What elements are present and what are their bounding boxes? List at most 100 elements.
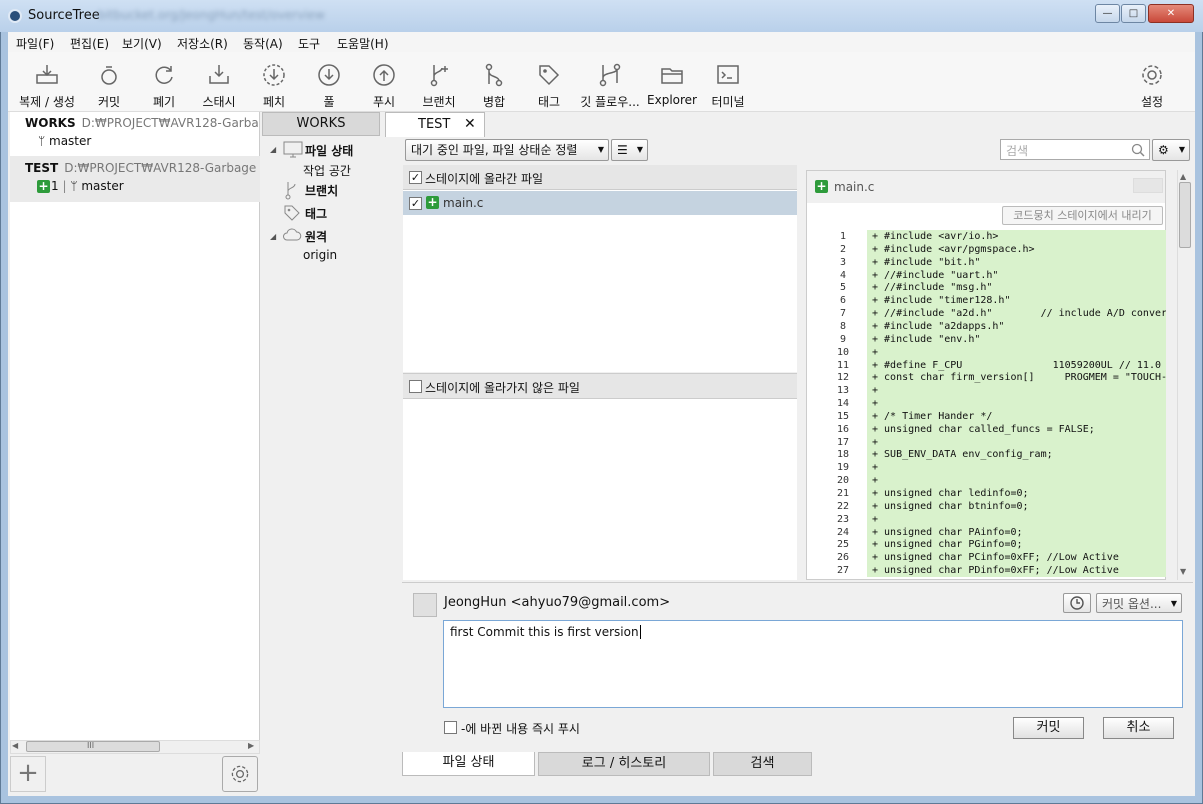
line-number: 10 bbox=[836, 346, 850, 358]
line-number: 17 bbox=[836, 436, 850, 448]
commit-message-input[interactable]: first Commit this is first version bbox=[443, 620, 1183, 708]
repo-path: D:₩PROJECT₩AVR128-Garbage D bbox=[81, 116, 259, 130]
sidebar-file-status[interactable]: 파일 상태 bbox=[305, 142, 353, 159]
cancel-button[interactable]: 취소 bbox=[1103, 717, 1174, 739]
line-number: 19 bbox=[836, 462, 850, 474]
unstage-all-checkbox[interactable] bbox=[409, 380, 422, 393]
push-immediately-checkbox[interactable] bbox=[444, 721, 457, 734]
branch-button[interactable]: 브랜치 bbox=[409, 60, 469, 110]
diff-scroll-thumb[interactable] bbox=[1179, 182, 1191, 248]
diff-line: 22 + unsigned char btninfo=0; bbox=[808, 499, 1166, 513]
file-checkbox[interactable]: ✓ bbox=[409, 197, 422, 210]
tab-search[interactable]: 검색 bbox=[713, 752, 812, 776]
repo-name: TEST bbox=[25, 161, 59, 175]
repository-settings-button[interactable] bbox=[222, 756, 258, 792]
diff-line: 17 + bbox=[808, 435, 1166, 449]
code-text: + //#include "a2d.h" // include A/D conv… bbox=[867, 307, 1166, 321]
line-number: 13 bbox=[836, 385, 850, 397]
repo-works[interactable]: WORKS D:₩PROJECT₩AVR128-Garbage D bbox=[25, 116, 259, 130]
push-button[interactable]: 푸시 bbox=[354, 60, 414, 110]
fetch-button[interactable]: 페치 bbox=[244, 60, 304, 110]
menu-tools[interactable]: 도구 bbox=[298, 35, 320, 52]
tab-log-history[interactable]: 로그 / 히스토리 bbox=[538, 752, 710, 776]
toolbar-label: 커밋 bbox=[97, 95, 121, 109]
tag-button[interactable]: 태그 bbox=[519, 60, 579, 110]
commit-history-button[interactable] bbox=[1063, 593, 1091, 613]
tab-close-icon[interactable]: ✕ bbox=[464, 116, 476, 132]
repository-panel bbox=[10, 112, 260, 740]
merge-icon bbox=[485, 63, 503, 87]
search-input[interactable]: 검색 bbox=[1000, 139, 1150, 160]
tab-works[interactable]: WORKS bbox=[262, 112, 380, 136]
add-repository-button[interactable]: + bbox=[10, 756, 46, 792]
discard-button[interactable]: 폐기 bbox=[134, 60, 194, 110]
line-number: 3 bbox=[839, 256, 847, 268]
options-dropdown[interactable]: ⚙ ▼ bbox=[1152, 139, 1190, 161]
repo-test[interactable]: TEST D:₩PROJECT₩AVR128-Garbage Dispo bbox=[25, 161, 259, 175]
diff-line: 16 + unsigned char called_funcs = FALSE; bbox=[808, 422, 1166, 436]
scroll-up-icon[interactable]: ▲ bbox=[1180, 172, 1186, 181]
commit-button[interactable]: 커밋 bbox=[1013, 717, 1084, 739]
explorer-icon bbox=[661, 68, 683, 84]
menu-view[interactable]: 보기(V) bbox=[122, 35, 162, 52]
terminal-button[interactable]: 터미널 bbox=[698, 60, 758, 110]
commit-icon bbox=[101, 66, 117, 85]
git-flow-button[interactable]: 깃 플로우... bbox=[577, 60, 643, 110]
toolbar-label: 폐기 bbox=[152, 95, 176, 109]
scroll-down-icon[interactable]: ▼ bbox=[1180, 567, 1186, 576]
code-text: + #include "env.h" bbox=[867, 332, 1166, 346]
commit-options-dropdown[interactable]: 커밋 옵션... ▼ bbox=[1096, 593, 1182, 613]
explorer-button[interactable]: Explorer bbox=[643, 60, 701, 110]
menu-help[interactable]: 도움말(H) bbox=[337, 35, 389, 52]
view-mode-dropdown[interactable]: ☰ ▼ bbox=[611, 139, 648, 161]
unstaged-header-label: 스테이지에 올라가지 않은 파일 bbox=[425, 381, 580, 395]
close-button[interactable]: ✕ bbox=[1148, 4, 1194, 23]
repo-test-status: 1 | ᛘ master bbox=[51, 179, 124, 193]
diff-line: 2 + #include <avr/pgmspace.h> bbox=[808, 242, 1166, 256]
tab-file-status[interactable]: 파일 상태 bbox=[402, 752, 535, 776]
commit-options-label: 커밋 옵션... bbox=[1102, 597, 1162, 611]
line-number: 9 bbox=[839, 333, 847, 345]
monitor-icon bbox=[283, 141, 303, 158]
diff-line: 25 + unsigned char PGinfo=0; bbox=[808, 538, 1166, 552]
menu-repository[interactable]: 저장소(R) bbox=[177, 35, 228, 52]
sidebar-remotes[interactable]: 원격 bbox=[305, 228, 327, 245]
chevron-down-icon: ▼ bbox=[1170, 599, 1177, 608]
stage-all-checkbox[interactable]: ✓ bbox=[409, 171, 422, 184]
diff-line: 18 + SUB_ENV_DATA env_config_ram; bbox=[808, 448, 1166, 462]
diff-hunk-menu-button[interactable] bbox=[1133, 178, 1163, 193]
menu-edit[interactable]: 편집(E) bbox=[70, 35, 109, 52]
clone-icon bbox=[36, 65, 58, 84]
menu-actions[interactable]: 동작(A) bbox=[243, 35, 283, 52]
sidebar-tags[interactable]: 태그 bbox=[305, 205, 327, 222]
code-text: + /* Timer Hander */ bbox=[867, 409, 1166, 423]
settings-button[interactable]: 설정 bbox=[1122, 60, 1182, 110]
tab-test-label: TEST bbox=[418, 117, 451, 132]
merge-button[interactable]: 병합 bbox=[464, 60, 524, 110]
maximize-button[interactable]: □ bbox=[1121, 4, 1146, 23]
commit-toolbar-button[interactable]: 커밋 bbox=[79, 60, 139, 110]
diff-code: 1 + #include <avr/io.h> 2 + #include <avr/p… bbox=[808, 230, 1166, 580]
diff-line: 10 + bbox=[808, 345, 1166, 359]
expand-arrow-icon[interactable]: ◢ bbox=[270, 145, 276, 154]
menu-file[interactable]: 파일(F) bbox=[16, 35, 54, 52]
sidebar-working-copy[interactable]: 작업 공간 bbox=[303, 162, 351, 179]
diff-line: 27 + unsigned char PDinfo=0xFF; //Low Act… bbox=[808, 564, 1166, 578]
minimize-button[interactable]: — bbox=[1095, 4, 1120, 23]
pull-button[interactable]: 풀 bbox=[299, 60, 359, 110]
sidebar-remote-origin[interactable]: origin bbox=[303, 248, 337, 262]
expand-arrow-icon[interactable]: ◢ bbox=[270, 232, 276, 241]
scroll-right-icon[interactable]: ▶ bbox=[248, 741, 254, 750]
staged-files-list bbox=[403, 190, 797, 372]
line-number: 7 bbox=[839, 308, 847, 320]
sidebar-branches[interactable]: 브랜치 bbox=[305, 182, 338, 199]
clone-button[interactable]: 복제 / 생성 bbox=[16, 60, 78, 110]
unstage-hunk-button[interactable]: 코드뭉치 스테이지에서 내리기 bbox=[1002, 206, 1163, 225]
sort-dropdown[interactable]: 대기 중인 파일, 파일 상태순 정렬 ▼ bbox=[405, 139, 609, 161]
stash-button[interactable]: 스태시 bbox=[189, 60, 249, 110]
diff-line: 19 + bbox=[808, 461, 1166, 475]
chevron-down-icon: ▼ bbox=[597, 145, 604, 154]
diff-line: 15 + /* Timer Hander */ bbox=[808, 409, 1166, 423]
scroll-left-icon[interactable]: ◀ bbox=[12, 741, 18, 750]
gear-icon bbox=[231, 765, 249, 783]
